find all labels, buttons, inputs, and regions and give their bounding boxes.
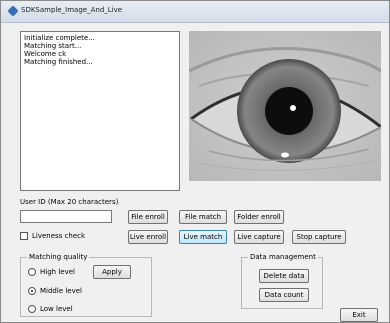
folder-enroll-button[interactable]: Folder enroll (234, 210, 284, 224)
middle-level-radio[interactable] (28, 287, 36, 295)
title-bar: SDKSample_Image_And_Live (1, 1, 389, 23)
app-window: SDKSample_Image_And_Live Initialize comp… (0, 0, 390, 323)
low-level-radio[interactable] (28, 305, 36, 313)
live-enroll-button[interactable]: Live enroll (128, 230, 168, 244)
user-id-label: User ID (Max 20 characters) (20, 198, 119, 206)
low-level-label: Low level (40, 305, 73, 313)
live-match-button[interactable]: Live match (179, 230, 227, 244)
exit-button[interactable]: Exit (340, 308, 378, 322)
file-match-button[interactable]: File match (179, 210, 227, 224)
middle-level-label: Middle level (40, 287, 82, 295)
delete-data-button[interactable]: Delete data (259, 269, 309, 283)
matching-quality-legend: Matching quality (27, 253, 90, 261)
data-count-button[interactable]: Data count (259, 288, 309, 302)
data-management-legend: Data management (248, 253, 318, 261)
user-id-input[interactable] (20, 210, 112, 223)
window-title: SDKSample_Image_And_Live (21, 6, 123, 14)
data-management-group: Data management Delete data Data count (241, 253, 323, 309)
eye-image (189, 31, 381, 181)
liveness-check-label: Liveness check (32, 232, 86, 240)
high-level-label: High level (40, 268, 75, 276)
log-output[interactable]: Initialize complete... Matching start...… (20, 31, 180, 191)
stop-capture-button[interactable]: Stop capture (292, 230, 346, 244)
matching-quality-group: Matching quality High level Apply Middle… (20, 253, 152, 317)
app-icon (7, 5, 19, 17)
high-level-radio[interactable] (28, 268, 36, 276)
live-capture-button[interactable]: Live capture (234, 230, 284, 244)
apply-button[interactable]: Apply (93, 265, 131, 279)
file-enroll-button[interactable]: File enroll (128, 210, 168, 224)
liveness-check-checkbox[interactable] (20, 232, 28, 240)
camera-preview (189, 31, 381, 181)
